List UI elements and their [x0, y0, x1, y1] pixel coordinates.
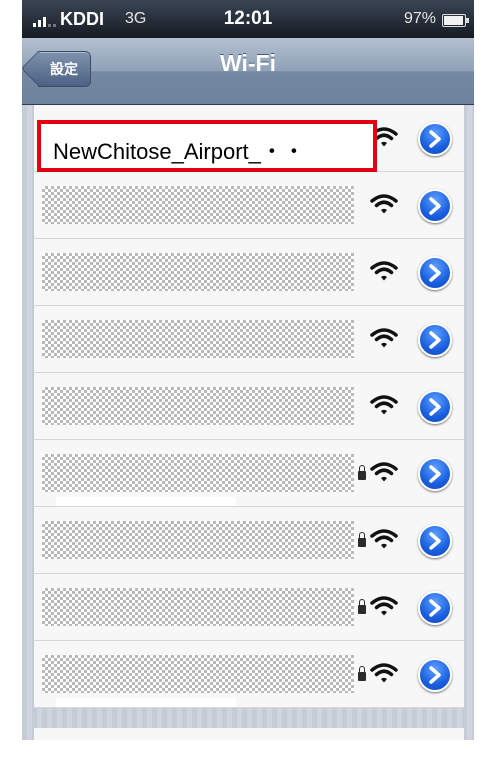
network-name [42, 253, 354, 291]
wifi-icon [370, 259, 398, 283]
lock-icon [358, 666, 366, 681]
battery-icon [442, 14, 469, 27]
detail-disclosure-icon[interactable] [418, 390, 452, 424]
lock-icon [358, 532, 366, 547]
page-title: Wi-Fi [220, 50, 276, 76]
wifi-icon [370, 527, 398, 551]
detail-disclosure-icon[interactable] [418, 524, 452, 558]
list-item[interactable] [34, 440, 464, 507]
wifi-icon [370, 661, 398, 685]
lock-icon [358, 465, 366, 480]
detail-disclosure-icon[interactable] [418, 591, 452, 625]
navigation-bar: 設定 Wi-Fi [22, 38, 474, 105]
detail-disclosure-icon[interactable] [418, 457, 452, 491]
wifi-icon [370, 594, 398, 618]
list-item[interactable] [34, 574, 464, 641]
detail-disclosure-icon[interactable] [418, 658, 452, 692]
detail-disclosure-icon[interactable] [418, 122, 452, 156]
wifi-icon [370, 192, 398, 216]
network-name [42, 387, 354, 425]
wifi-icon [370, 393, 398, 417]
status-bar: KDDI 3G 12:01 97% [22, 0, 474, 38]
list-item[interactable] [34, 172, 464, 239]
detail-disclosure-icon[interactable] [418, 323, 452, 357]
network-name [42, 588, 354, 626]
bottom-margin [0, 740, 492, 758]
detail-disclosure-icon[interactable] [418, 189, 452, 223]
list-item[interactable] [34, 373, 464, 440]
lock-icon [358, 599, 366, 614]
wifi-icon [370, 326, 398, 350]
network-name [42, 521, 354, 559]
redaction-bar [56, 698, 236, 707]
list-item[interactable] [34, 306, 464, 373]
list-item[interactable] [34, 507, 464, 574]
list-item[interactable] [34, 239, 464, 306]
detail-disclosure-icon[interactable] [418, 256, 452, 290]
wifi-network-list: NewChitose_Airport_・・ [34, 105, 464, 708]
highlighted-network-callout: NewChitose_Airport_・・ [37, 120, 377, 172]
wifi-icon [370, 460, 398, 484]
network-name [42, 320, 354, 358]
battery-percent: 97% [403, 10, 436, 27]
network-name [42, 454, 354, 492]
highlighted-network-name: NewChitose_Airport_・・ [53, 139, 305, 164]
phone-screen: KDDI 3G 12:01 97% 設定 Wi-Fi NewChitose_Ai… [22, 0, 474, 740]
network-name [42, 186, 354, 224]
list-item[interactable]: shibaura [34, 728, 464, 740]
network-name [42, 655, 354, 693]
list-item[interactable] [34, 641, 464, 708]
back-button-label: 設定 [50, 61, 78, 77]
redaction-bar [56, 497, 236, 506]
